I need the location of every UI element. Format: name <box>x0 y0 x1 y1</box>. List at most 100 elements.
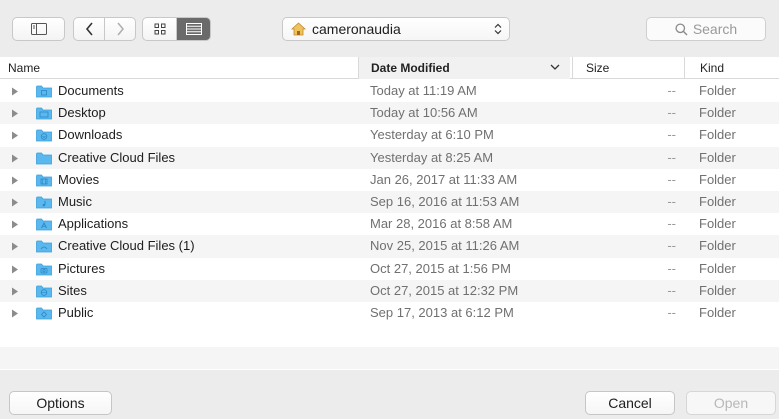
empty-row-stripe <box>0 347 779 369</box>
file-size: -- <box>667 127 676 143</box>
table-row[interactable]: Movies Jan 26, 2017 at 11:33 AM -- Folde… <box>0 169 779 191</box>
file-size: -- <box>667 193 676 209</box>
disclosure-triangle-icon[interactable] <box>11 198 19 207</box>
file-name: Creative Cloud Files <box>58 149 176 165</box>
disclosure-triangle-icon[interactable] <box>11 287 19 296</box>
location-label: cameronaudia <box>312 21 401 37</box>
file-date: Yesterday at 6:10 PM <box>370 127 494 143</box>
folder-icon <box>36 152 52 164</box>
disclosure-triangle-icon[interactable] <box>11 109 19 118</box>
column-header-date-label: Date Modified <box>371 61 450 75</box>
dialog-footer: Options Cancel Open <box>0 370 779 419</box>
file-rows: Documents Today at 11:19 AM -- Folder De… <box>0 80 779 324</box>
file-size: -- <box>667 216 676 232</box>
table-row[interactable]: Documents Today at 11:19 AM -- Folder <box>0 80 779 102</box>
file-date: Yesterday at 8:25 AM <box>370 149 494 165</box>
movies-folder-icon <box>36 174 52 187</box>
list-view-button[interactable] <box>176 18 210 40</box>
open-button[interactable]: Open <box>686 391 776 415</box>
sidebar-icon <box>30 23 47 35</box>
file-name: Music <box>58 193 92 209</box>
table-row[interactable]: Public Sep 17, 2013 at 6:12 PM -- Folder <box>0 302 779 324</box>
file-kind: Folder <box>699 105 736 121</box>
file-date: Jan 26, 2017 at 11:33 AM <box>370 171 518 187</box>
disclosure-triangle-icon[interactable] <box>11 265 19 274</box>
table-row[interactable]: Sites Oct 27, 2015 at 12:32 PM -- Folder <box>0 279 779 302</box>
sites-folder-icon <box>36 285 52 298</box>
file-kind: Folder <box>699 260 736 276</box>
file-date: Today at 11:19 AM <box>370 83 477 98</box>
file-size: -- <box>667 260 676 276</box>
file-name: Desktop <box>58 105 106 121</box>
column-header-name[interactable]: Name <box>8 57 40 79</box>
column-header-size[interactable]: Size <box>572 57 684 79</box>
table-row[interactable]: Downloads Yesterday at 6:10 PM -- Folder <box>0 124 779 146</box>
grid-icon <box>154 23 165 35</box>
back-button[interactable] <box>74 18 104 40</box>
column-header-date-modified[interactable]: Date Modified <box>358 57 570 79</box>
file-name: Sites <box>58 282 87 298</box>
downloads-folder-icon <box>36 129 52 142</box>
file-kind: Folder <box>699 83 736 98</box>
file-size: -- <box>667 83 676 98</box>
documents-folder-icon <box>36 85 52 98</box>
file-name: Creative Cloud Files (1) <box>58 238 195 254</box>
disclosure-triangle-icon[interactable] <box>11 131 19 140</box>
table-row[interactable]: Applications Mar 28, 2016 at 8:58 AM -- … <box>0 213 779 235</box>
updown-chevron-icon <box>487 23 509 35</box>
file-kind: Folder <box>699 171 736 187</box>
file-list: Name Date Modified Size Kind Documents T… <box>0 57 779 370</box>
public-folder-icon <box>36 307 52 320</box>
disclosure-triangle-icon[interactable] <box>11 176 19 185</box>
column-header: Name Date Modified Size Kind <box>0 57 779 79</box>
file-name: Documents <box>58 83 124 98</box>
file-size: -- <box>667 238 676 254</box>
file-kind: Folder <box>699 238 736 254</box>
file-name: Movies <box>58 171 100 187</box>
cancel-button[interactable]: Cancel <box>585 391 675 415</box>
location-popup[interactable]: cameronaudia <box>282 17 510 41</box>
disclosure-triangle-icon[interactable] <box>11 87 19 96</box>
table-row[interactable]: Desktop Today at 10:56 AM -- Folder <box>0 102 779 125</box>
file-size: -- <box>667 171 676 187</box>
table-row[interactable]: Music Sep 16, 2016 at 11:53 AM -- Folder <box>0 190 779 214</box>
options-button[interactable]: Options <box>9 391 112 415</box>
toolbar: cameronaudia Search <box>0 0 779 57</box>
table-row[interactable]: Creative Cloud Files Yesterday at 8:25 A… <box>0 146 779 169</box>
sort-descending-icon <box>550 64 560 70</box>
file-size: -- <box>667 105 676 121</box>
disclosure-triangle-icon[interactable] <box>11 309 19 318</box>
file-name: Pictures <box>58 260 105 276</box>
file-size: -- <box>667 304 676 320</box>
file-date: Mar 28, 2016 at 8:58 AM <box>370 216 513 232</box>
search-placeholder: Search <box>692 21 738 37</box>
forward-button[interactable] <box>104 18 135 40</box>
chevron-left-icon <box>85 22 93 36</box>
sidebar-toggle-button[interactable] <box>12 17 65 41</box>
column-header-kind[interactable]: Kind <box>684 57 779 79</box>
home-icon <box>291 22 306 36</box>
file-date: Nov 25, 2015 at 11:26 AM <box>370 238 520 254</box>
file-size: -- <box>667 149 676 165</box>
search-field[interactable]: Search <box>646 17 766 41</box>
file-size: -- <box>667 282 676 298</box>
table-row[interactable]: Creative Cloud Files (1) Nov 25, 2015 at… <box>0 235 779 258</box>
file-name: Applications <box>58 216 129 232</box>
disclosure-triangle-icon[interactable] <box>11 154 19 163</box>
file-date: Today at 10:56 AM <box>370 105 478 121</box>
disclosure-triangle-icon[interactable] <box>11 220 19 229</box>
music-folder-icon <box>36 196 52 209</box>
view-mode-control <box>142 17 211 41</box>
file-date: Oct 27, 2015 at 12:32 PM <box>370 282 519 298</box>
icon-view-button[interactable] <box>143 18 176 40</box>
file-name: Downloads <box>58 127 123 143</box>
desktop-folder-icon <box>36 107 52 120</box>
table-row[interactable]: Pictures Oct 27, 2015 at 1:56 PM -- Fold… <box>0 258 779 280</box>
file-kind: Folder <box>699 127 736 143</box>
applications-folder-icon <box>36 218 52 231</box>
file-name: Public <box>58 304 94 320</box>
pictures-folder-icon <box>36 263 52 275</box>
chevron-right-icon <box>116 22 124 36</box>
disclosure-triangle-icon[interactable] <box>11 242 19 251</box>
list-icon <box>185 23 202 35</box>
